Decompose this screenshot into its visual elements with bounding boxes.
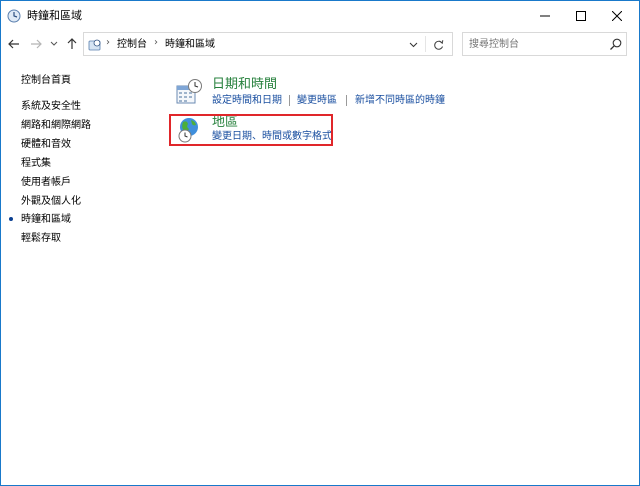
chevron-down-icon	[409, 42, 417, 48]
up-button[interactable]	[64, 35, 80, 53]
highlight-box	[169, 114, 333, 146]
sidebar-item-hardware-sound[interactable]: 硬體和音效	[21, 138, 71, 151]
minimize-icon	[540, 15, 550, 17]
forward-button[interactable]	[28, 35, 44, 53]
breadcrumb-separator-icon: ›	[154, 37, 158, 48]
control-panel-window: 時鐘和區域 › 控制台 › 時鐘和區域 搜尋控制台 控制台首頁 系統及安全性 網…	[0, 0, 640, 486]
title-bar[interactable]: 時鐘和區域	[1, 1, 639, 31]
link-add-clocks[interactable]: 新增不同時區的時鐘	[355, 95, 445, 107]
breadcrumb-control-panel[interactable]: 控制台	[117, 38, 147, 51]
back-button[interactable]	[6, 35, 22, 53]
search-input[interactable]	[469, 36, 599, 52]
link-divider	[289, 95, 290, 106]
close-button[interactable]	[599, 1, 635, 31]
maximize-button[interactable]	[563, 1, 599, 31]
sidebar-item-control-panel-home[interactable]: 控制台首頁	[21, 74, 71, 87]
breadcrumb-clock-region[interactable]: 時鐘和區域	[165, 38, 215, 51]
search-icon[interactable]	[609, 37, 623, 51]
refresh-button[interactable]	[430, 37, 446, 53]
recent-locations-button[interactable]	[48, 35, 60, 53]
breadcrumb-separator-icon: ›	[106, 37, 110, 48]
sidebar-item-user-accounts[interactable]: 使用者帳戶	[21, 176, 71, 189]
arrow-right-icon	[31, 39, 42, 49]
sidebar-item-clock-region[interactable]: 時鐘和區域	[21, 213, 71, 226]
address-bar[interactable]: › 控制台 › 時鐘和區域	[83, 32, 453, 56]
control-panel-location-icon	[88, 39, 101, 51]
arrow-left-icon	[8, 39, 19, 49]
chevron-down-icon	[50, 41, 58, 46]
sidebar-item-system-security[interactable]: 系統及安全性	[21, 100, 81, 113]
minimize-button[interactable]	[527, 1, 563, 31]
sidebar-item-ease-of-access[interactable]: 輕鬆存取	[21, 232, 61, 245]
address-divider	[425, 36, 426, 52]
sidebar-item-appearance[interactable]: 外觀及個人化	[21, 195, 81, 208]
link-change-time-zone[interactable]: 變更時區	[297, 95, 337, 107]
close-icon	[612, 11, 622, 21]
control-panel-app-icon	[7, 9, 21, 23]
window-title: 時鐘和區域	[27, 9, 82, 22]
refresh-icon	[433, 39, 443, 50]
calendar-clock-icon[interactable]	[175, 78, 203, 106]
search-box[interactable]	[462, 32, 627, 56]
current-item-bullet-icon	[9, 217, 13, 221]
sidebar-item-programs[interactable]: 程式集	[21, 157, 51, 170]
arrow-up-icon	[67, 38, 77, 49]
category-title-date-time[interactable]: 日期和時間	[212, 77, 277, 93]
maximize-icon	[576, 11, 586, 21]
link-divider	[346, 95, 347, 106]
sidebar-item-network-internet[interactable]: 網路和網際網路	[21, 119, 91, 132]
link-set-time-date[interactable]: 設定時間和日期	[212, 95, 282, 107]
address-dropdown-button[interactable]	[406, 38, 420, 52]
